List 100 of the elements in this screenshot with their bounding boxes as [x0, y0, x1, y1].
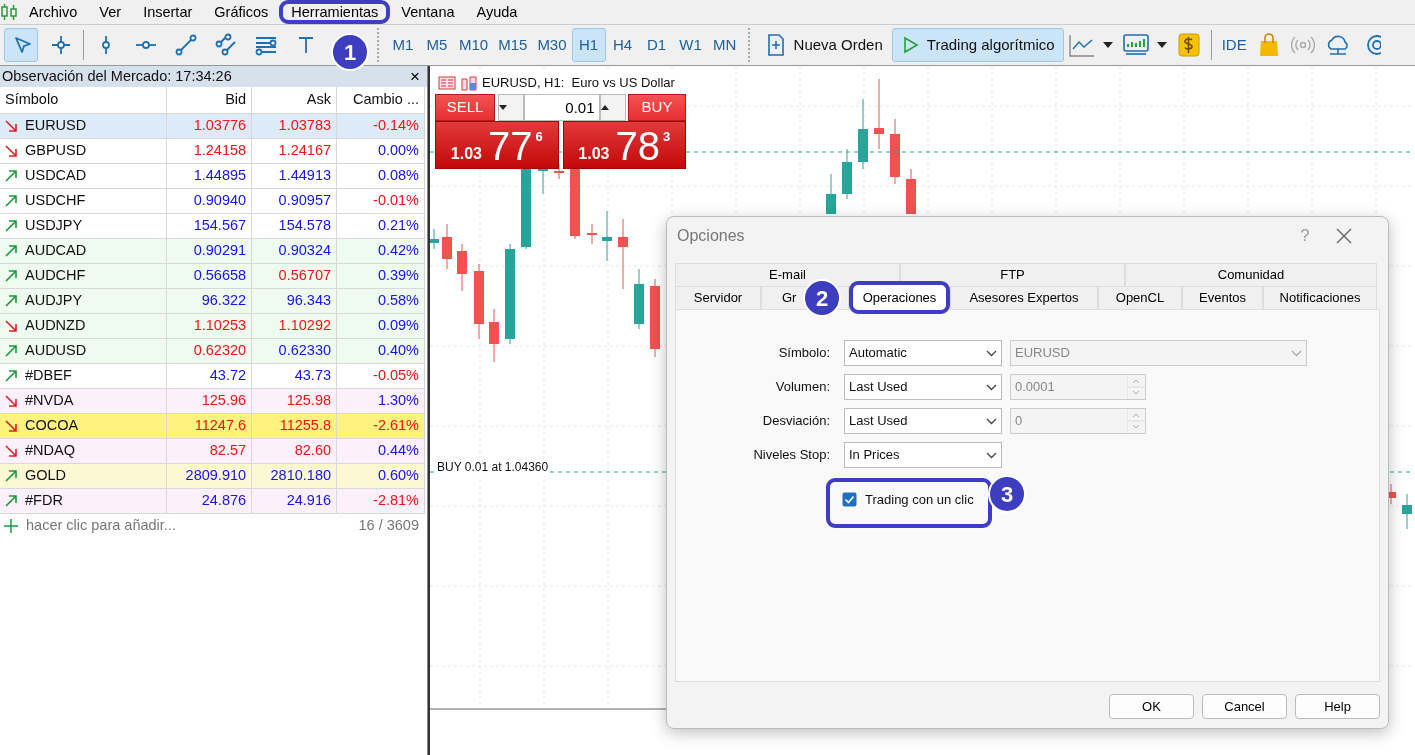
price-cell: -2.81% [336, 488, 425, 513]
dropdown[interactable]: Last Used [844, 408, 1002, 434]
timeframe-button[interactable]: M5 [420, 28, 454, 62]
algo-trading-button[interactable]: Trading algorítmico [891, 28, 1064, 62]
symbol-cell[interactable]: USDJPY [0, 213, 167, 238]
symbol-cell[interactable]: GOLD [0, 463, 167, 488]
price-cell: 0.58% [336, 288, 425, 313]
panel-title: Observación del Mercado: 17:34:26 [2, 67, 232, 86]
timeframe-button[interactable]: W1 [673, 28, 708, 62]
menu-item[interactable]: Insertar [132, 0, 204, 24]
sell-button[interactable]: SELL [435, 94, 495, 121]
symbol-cell[interactable]: AUDNZD [0, 313, 167, 338]
price-cell: 0.56707 [251, 263, 337, 288]
price-cell: 2810.180 [251, 463, 337, 488]
menu-item[interactable]: Archivo [18, 0, 89, 24]
column-header[interactable]: Símbolo [0, 87, 167, 113]
dialog-button[interactable]: OK [1109, 694, 1194, 719]
symbol-cell[interactable]: #FDR [0, 488, 167, 513]
symbol-cell[interactable]: #NVDA [0, 388, 167, 413]
tab[interactable]: Comunidad [1125, 263, 1377, 286]
buy-button[interactable]: BUY [628, 94, 686, 121]
price-cell: 0.39% [336, 263, 425, 288]
price-cell: 1.24158 [166, 138, 252, 163]
price-cell: 1.03783 [251, 113, 337, 138]
column-header[interactable]: Cambio ... [336, 87, 425, 113]
menu-item[interactable]: Ver [88, 0, 133, 24]
price-cell: -0.01% [336, 188, 425, 213]
price-cell: 125.96 [166, 388, 252, 413]
price-cell: 1.10292 [251, 313, 337, 338]
symbol-cell[interactable]: #DBEF [0, 363, 167, 388]
dialog-button[interactable]: Cancel [1202, 694, 1287, 719]
timeframe-button[interactable]: MN [707, 28, 742, 62]
column-header[interactable]: Ask [251, 87, 337, 113]
price-cell: 11247.6 [166, 413, 252, 438]
new-order-button[interactable]: Nueva Orden [756, 28, 892, 62]
price-cell: 1.10253 [166, 313, 252, 338]
order-label: BUY 0.01 at 1.04360 [437, 458, 549, 476]
symbol-count: 16 / 3609 [358, 516, 420, 536]
dialog-title: Opciones [677, 226, 745, 246]
price-cell: 24.916 [251, 488, 337, 513]
price-cell: -0.14% [336, 113, 425, 138]
price-cell: 0.60% [336, 463, 425, 488]
timeframe-button[interactable]: M30 [532, 28, 572, 62]
timeframe-button[interactable]: D1 [639, 28, 674, 62]
price-cell: 0.90957 [251, 188, 337, 213]
price-cell: 154.578 [251, 213, 337, 238]
timeframe-button[interactable]: H4 [605, 28, 640, 62]
dropdown[interactable]: In Prices [844, 442, 1002, 468]
symbol-cell[interactable]: AUDCHF [0, 263, 167, 288]
close-button[interactable]: × [403, 66, 427, 87]
tab[interactable]: E-mail [675, 263, 900, 286]
symbol-cell[interactable]: USDCAD [0, 163, 167, 188]
tab[interactable]: Eventos [1182, 286, 1263, 309]
price-cell: 1.44913 [251, 163, 337, 188]
tab[interactable]: Servidor [675, 286, 761, 309]
volume-field[interactable]: 0.01 [523, 94, 600, 121]
dropdown[interactable]: Automatic [844, 340, 1002, 366]
tab[interactable]: Notificaciones [1263, 286, 1377, 309]
price-cell: 24.876 [166, 488, 252, 513]
column-header[interactable]: Bid [166, 87, 252, 113]
symbol-cell[interactable]: AUDUSD [0, 338, 167, 363]
menu-item[interactable]: Ventana [390, 0, 466, 24]
tab[interactable]: Operaciones [849, 281, 950, 314]
timeframe-button[interactable]: M1 [386, 28, 420, 62]
menu-item[interactable]: Ayuda [465, 0, 529, 24]
symbol-cell[interactable]: EURUSD [0, 113, 167, 138]
symbol-cell[interactable]: COCOA [0, 413, 167, 438]
price-cell: 43.72 [166, 363, 252, 388]
timeframe-button[interactable]: M15 [493, 28, 533, 62]
price-cell: 0.62320 [166, 338, 252, 363]
symbol-cell[interactable]: AUDCAD [0, 238, 167, 263]
dropdown[interactable]: Last Used [844, 374, 1002, 400]
price-cell: -2.61% [336, 413, 425, 438]
dialog-button[interactable]: Help [1295, 694, 1380, 719]
symbol-cell[interactable]: #NDAQ [0, 438, 167, 463]
price-cell: -0.05% [336, 363, 425, 388]
ide-button[interactable]: IDE [1216, 28, 1252, 62]
field-label: Niveles Stop: [752, 446, 831, 465]
checkbox-row[interactable]: Trading con un clic [826, 478, 992, 528]
add-symbol-label: hacer clic para añadir... [26, 516, 176, 536]
chart-title: EURUSD, H1: Euro vs US Dollar [482, 74, 675, 92]
timeframe-button[interactable]: M10 [454, 28, 494, 62]
price-cell: 0.90291 [166, 238, 252, 263]
tab[interactable]: FTP [900, 263, 1125, 286]
price-cell: 82.60 [251, 438, 337, 463]
symbol-cell[interactable]: USDCHF [0, 188, 167, 213]
price-cell: 0.44% [336, 438, 425, 463]
tab[interactable]: Asesores Expertos [950, 286, 1098, 309]
price-cell: 96.343 [251, 288, 337, 313]
timeframe-button[interactable]: H1 [571, 28, 606, 62]
price-cell: 1.03776 [166, 113, 252, 138]
tab[interactable]: OpenCL [1098, 286, 1182, 309]
menu-item[interactable]: Gráficos [203, 0, 280, 24]
symbol-cell[interactable]: AUDJPY [0, 288, 167, 313]
symbol-cell[interactable]: GBPUSD [0, 138, 167, 163]
price-cell: 1.24167 [251, 138, 337, 163]
field-label: Volumen: [774, 378, 831, 397]
price-cell: 0.21% [336, 213, 425, 238]
price-cell: 11255.8 [251, 413, 337, 438]
add-symbol-row[interactable]: hacer clic para añadir... [4, 515, 176, 537]
